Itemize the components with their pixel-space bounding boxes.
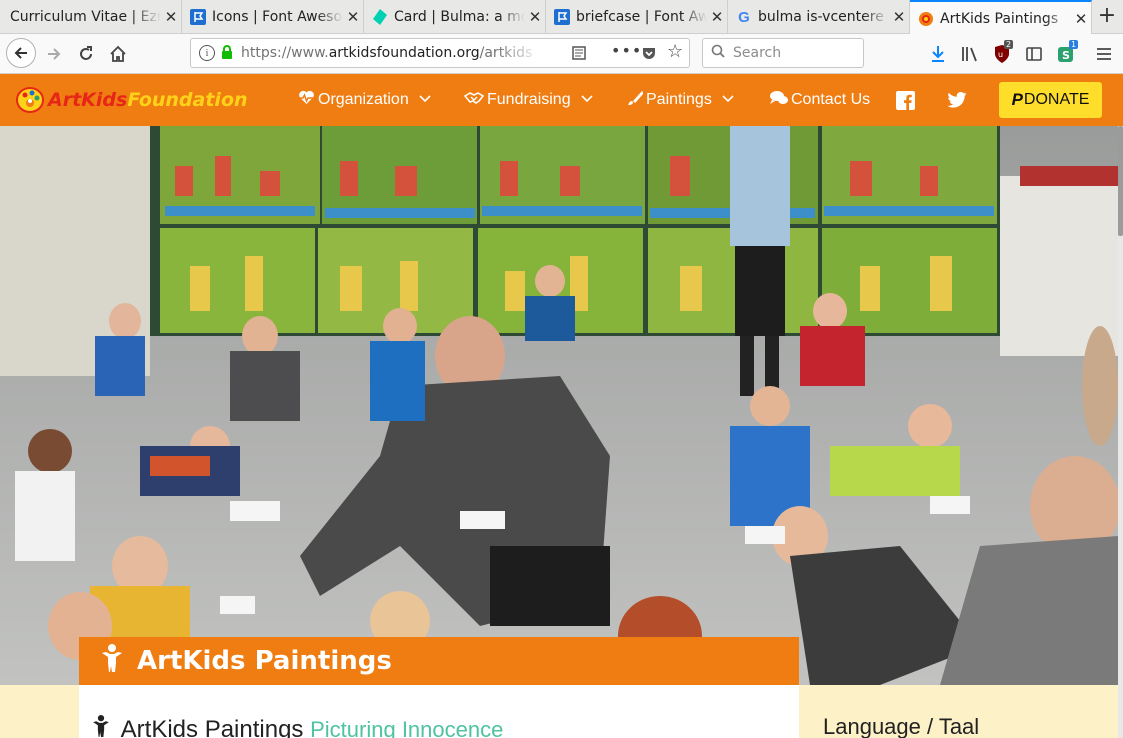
ublock-badge: 2 [1004, 40, 1014, 49]
search-placeholder: Search [733, 45, 782, 61]
tab-title: Icons | Font Awesome [212, 9, 343, 25]
tab-close-icon[interactable]: ✕ [889, 8, 909, 26]
tab-close-icon[interactable]: ✕ [343, 8, 363, 26]
handshake-icon [463, 91, 485, 110]
browser-chrome: Curriculum Vitae | Ezr ✕ Icons | Font Aw… [0, 0, 1123, 74]
page-scrollbar[interactable] [1118, 126, 1123, 738]
library-icon[interactable] [956, 40, 984, 68]
tab-title: bulma is-vcentere [758, 9, 884, 25]
back-arrow-icon[interactable] [6, 38, 36, 68]
reload-icon[interactable] [72, 40, 100, 68]
content-title: ArtKids Paintings [120, 716, 304, 738]
nav-item-contact[interactable]: Contact Us [769, 74, 870, 126]
home-icon[interactable] [104, 40, 132, 68]
chevron-down-icon [419, 94, 431, 106]
ublock-icon[interactable]: u 2 [988, 40, 1016, 68]
nav-item-fundraising[interactable]: Fundraising [463, 74, 593, 126]
forward-arrow-icon[interactable] [40, 40, 68, 68]
content-heading: ArtKids Paintings Picturing Innocence [92, 715, 503, 738]
browser-tab[interactable]: G bulma is-vcentere ✕ [728, 0, 910, 34]
nav-label: Paintings [646, 91, 712, 108]
tab-title: Card | Bulma: a mo [394, 9, 525, 25]
sync-extension-icon[interactable]: S 1 [1052, 40, 1080, 68]
palette-logo-icon [16, 87, 44, 113]
child-icon [92, 715, 117, 738]
hero-photo [0, 126, 1118, 685]
nav-item-paintings[interactable]: Paintings [627, 74, 734, 126]
tab-close-icon[interactable]: ✕ [525, 8, 545, 26]
comments-icon [769, 90, 789, 111]
search-input[interactable]: Search [702, 38, 864, 68]
lock-icon [221, 44, 233, 63]
browser-tab-active[interactable]: ArtKids Paintings ✕ [910, 0, 1092, 35]
browser-tab[interactable]: briefcase | Font Aw ✕ [546, 0, 728, 34]
chevron-down-icon [581, 94, 593, 106]
scrollbar-thumb[interactable] [1118, 126, 1123, 236]
address-bar[interactable]: i https://www.artkidsfoundation.org/artk… [190, 38, 690, 68]
tab-title: ArtKids Paintings [940, 10, 1059, 27]
logo-text-foundation: Foundation [127, 89, 248, 111]
facebook-icon[interactable] [896, 74, 915, 126]
sidebar-heading: Language / Taal [823, 714, 980, 738]
pocket-icon[interactable] [641, 45, 657, 65]
nav-item-organization[interactable]: Organization [298, 74, 431, 126]
navigation-toolbar: i https://www.artkidsfoundation.org/artk… [0, 34, 1123, 74]
tab-title: briefcase | Font Aw [576, 9, 707, 25]
logo-text-artkids: ArtKids [48, 89, 128, 111]
site-logo[interactable]: ArtKids Foundation [16, 86, 248, 114]
sidebar-toggle-icon[interactable] [1020, 40, 1048, 68]
new-tab-icon[interactable]: + [1095, 4, 1119, 30]
nav-label: Contact Us [791, 91, 871, 108]
url-text: https://www.artkidsfoundation.org/artkid… [241, 45, 533, 61]
svg-text:S: S [1062, 49, 1070, 62]
chevron-down-icon [722, 94, 734, 106]
browser-tab[interactable]: Icons | Font Awesome ✕ [182, 0, 364, 34]
donate-button[interactable]: P DONATE [999, 82, 1102, 118]
banner-title: ArtKids Paintings [137, 646, 392, 676]
site-navbar: ArtKids Foundation Organization Fundraisi… [0, 74, 1123, 126]
tab-bar: Curriculum Vitae | Ezr ✕ Icons | Font Aw… [0, 0, 1123, 35]
browser-tab[interactable]: Card | Bulma: a mo ✕ [364, 0, 546, 34]
reader-view-icon[interactable] [571, 45, 587, 65]
browser-tab[interactable]: Curriculum Vitae | Ezr ✕ [0, 0, 182, 34]
tab-close-icon[interactable]: ✕ [161, 8, 181, 26]
download-icon[interactable] [924, 40, 952, 68]
flag-icon [554, 9, 570, 25]
google-icon: G [738, 8, 750, 26]
bookmark-star-icon[interactable]: ☆ [667, 41, 683, 62]
tab-close-icon[interactable]: ✕ [707, 8, 727, 26]
hamburger-menu-icon[interactable] [1090, 40, 1118, 68]
nav-label: Fundraising [487, 91, 571, 108]
donate-label: DONATE [1023, 91, 1090, 108]
classroom-photo-illustration [0, 126, 1118, 685]
page-actions-icon[interactable]: ••• [611, 41, 642, 60]
paintbrush-icon [627, 90, 644, 111]
hero-banner: ArtKids Paintings [79, 637, 799, 685]
sync-badge: 1 [1069, 40, 1079, 49]
tab-title: Curriculum Vitae | Ezr [10, 9, 161, 25]
flag-icon [190, 9, 206, 25]
content-subtitle: Picturing Innocence [310, 717, 504, 738]
paypal-icon: P [1011, 90, 1023, 109]
info-icon[interactable]: i [199, 45, 215, 61]
bulma-icon [372, 9, 388, 25]
child-icon [101, 643, 123, 679]
nav-label: Organization [318, 91, 409, 108]
tab-close-icon[interactable]: ✕ [1071, 10, 1091, 28]
twitter-icon[interactable] [947, 74, 967, 126]
svg-text:u: u [998, 50, 1003, 59]
heartbeat-icon [298, 90, 315, 110]
webpage: ArtKids Foundation Organization Fundraisi… [0, 74, 1123, 738]
artkids-icon [918, 11, 934, 27]
search-icon [711, 44, 725, 62]
